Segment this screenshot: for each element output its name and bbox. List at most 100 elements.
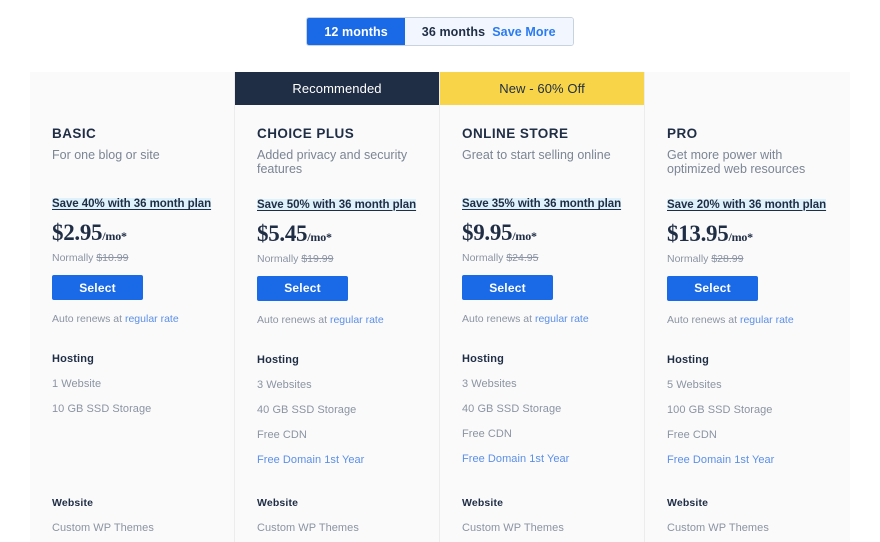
plan-banner bbox=[645, 72, 850, 105]
feature-item: 5 Websites bbox=[667, 379, 828, 391]
plan-body: PRO Get more power with optimized web res… bbox=[645, 105, 850, 542]
website-features: Website Custom WP Themes bbox=[257, 497, 417, 542]
billing-term-option-2[interactable]: 36 months Save More bbox=[405, 18, 573, 45]
feature-item: 1 Website bbox=[52, 378, 212, 390]
billing-term-option-1[interactable]: 12 months bbox=[307, 18, 404, 45]
feature-item-link[interactable]: Free Domain 1st Year bbox=[257, 454, 417, 466]
regular-rate-link[interactable]: regular rate bbox=[535, 313, 589, 325]
hosting-features: Hosting 5 Websites 100 GB SSD Storage Free … bbox=[667, 354, 828, 466]
auto-renew-prefix: Auto renews at bbox=[52, 313, 125, 325]
billing-term-toggle[interactable]: 12 months 36 months Save More bbox=[306, 17, 573, 46]
plan-normal-price-prefix: Normally bbox=[462, 252, 506, 264]
plan-normal-price: Normally $24.95 bbox=[462, 252, 622, 264]
plan-banner: New - 60% Off bbox=[440, 72, 644, 105]
select-button[interactable]: Select bbox=[52, 275, 143, 300]
feature-item: 100 GB SSD Storage bbox=[667, 404, 828, 416]
feature-item: 3 Websites bbox=[257, 379, 417, 391]
plan-name: ONLINE STORE bbox=[462, 126, 622, 141]
plan-column: PRO Get more power with optimized web res… bbox=[645, 72, 850, 542]
pricing-plans-card: BASIC For one blog or site Save 40% with 3… bbox=[30, 72, 850, 542]
plan-price-amount: $9.95 bbox=[462, 220, 512, 245]
plan-price: $9.95/mo* bbox=[462, 220, 622, 246]
plan-description: For one blog or site bbox=[52, 148, 212, 176]
feature-item-link[interactable]: Free Domain 1st Year bbox=[462, 453, 622, 465]
plan-banner: Recommended bbox=[235, 72, 439, 105]
plan-save-link[interactable]: Save 40% with 36 month plan bbox=[52, 198, 211, 210]
feature-item: Custom WP Themes bbox=[257, 522, 417, 534]
website-features-heading: Website bbox=[52, 497, 212, 509]
feature-item: 10 GB SSD Storage bbox=[52, 403, 212, 415]
feature-item: Free CDN bbox=[667, 429, 828, 441]
billing-term-label: 12 months bbox=[324, 25, 387, 39]
plan-price-period: /mo* bbox=[307, 230, 332, 244]
regular-rate-link[interactable]: regular rate bbox=[125, 313, 179, 325]
auto-renew-prefix: Auto renews at bbox=[667, 314, 740, 326]
feature-item: 3 Websites bbox=[462, 378, 622, 390]
plan-normal-price-value: $28.99 bbox=[711, 253, 743, 265]
hosting-features: Hosting 1 Website 10 GB SSD Storage bbox=[52, 353, 212, 415]
plan-price-period: /mo* bbox=[512, 229, 537, 243]
select-button[interactable]: Select bbox=[462, 275, 553, 300]
billing-term-label: 36 months bbox=[422, 25, 485, 39]
website-features: Website Custom WP Themes bbox=[667, 497, 828, 542]
select-button[interactable]: Select bbox=[257, 276, 348, 301]
billing-term-save-more-label[interactable]: Save More bbox=[492, 25, 555, 39]
hosting-features-heading: Hosting bbox=[462, 353, 622, 365]
plan-price-amount: $5.45 bbox=[257, 221, 307, 246]
feature-item: 40 GB SSD Storage bbox=[462, 403, 622, 415]
plan-price-amount: $2.95 bbox=[52, 220, 102, 245]
plan-normal-price: Normally $19.99 bbox=[257, 253, 417, 265]
auto-renew-note: Auto renews at regular rate bbox=[462, 313, 622, 325]
hosting-features-heading: Hosting bbox=[257, 354, 417, 366]
plan-normal-price-value: $24.95 bbox=[506, 252, 538, 264]
plan-column: BASIC For one blog or site Save 40% with 3… bbox=[30, 72, 235, 542]
auto-renew-prefix: Auto renews at bbox=[257, 314, 330, 326]
plan-price: $2.95/mo* bbox=[52, 220, 212, 246]
feature-item: Free CDN bbox=[462, 428, 622, 440]
plan-column: New - 60% Off ONLINE STORE Great to start … bbox=[440, 72, 645, 542]
plan-name: BASIC bbox=[52, 126, 212, 141]
plan-banner bbox=[30, 72, 234, 105]
plan-normal-price: Normally $10.99 bbox=[52, 252, 212, 264]
hosting-features-heading: Hosting bbox=[52, 353, 212, 365]
regular-rate-link[interactable]: regular rate bbox=[330, 314, 384, 326]
website-features-heading: Website bbox=[667, 497, 828, 509]
plan-normal-price-value: $10.99 bbox=[96, 252, 128, 264]
plan-column: Recommended CHOICE PLUS Added privacy and … bbox=[235, 72, 440, 542]
feature-item: Custom WP Themes bbox=[667, 522, 828, 534]
plan-normal-price-prefix: Normally bbox=[257, 253, 301, 265]
plan-description: Added privacy and security features bbox=[257, 148, 417, 177]
website-features: WebsiteCustom WP Themes bbox=[462, 497, 622, 542]
regular-rate-link[interactable]: regular rate bbox=[740, 314, 794, 326]
feature-item: 40 GB SSD Storage bbox=[257, 404, 417, 416]
plan-save-link[interactable]: Save 20% with 36 month plan bbox=[667, 199, 826, 211]
plan-description: Great to start selling online bbox=[462, 148, 622, 176]
plan-name: PRO bbox=[667, 126, 828, 141]
auto-renew-note: Auto renews at regular rate bbox=[257, 314, 417, 326]
plan-body: ONLINE STORE Great to start selling onlin… bbox=[440, 105, 644, 542]
auto-renew-prefix: Auto renews at bbox=[462, 313, 535, 325]
auto-renew-note: Auto renews at regular rate bbox=[667, 314, 828, 326]
hosting-features: Hosting 3 Websites 40 GB SSD Storage Free C… bbox=[257, 354, 417, 466]
auto-renew-note: Auto renews at regular rate bbox=[52, 313, 212, 325]
plan-body: CHOICE PLUS Added privacy and security fe… bbox=[235, 105, 439, 542]
plan-save-link[interactable]: Save 50% with 36 month plan bbox=[257, 199, 416, 211]
plan-save-link[interactable]: Save 35% with 36 month plan bbox=[462, 198, 621, 210]
website-features-heading: Website bbox=[257, 497, 417, 509]
select-button[interactable]: Select bbox=[667, 276, 758, 301]
plan-price-period: /mo* bbox=[728, 230, 753, 244]
plan-price: $13.95/mo* bbox=[667, 221, 828, 247]
plan-body: BASIC For one blog or site Save 40% with 3… bbox=[30, 105, 234, 542]
plan-price-period: /mo* bbox=[102, 229, 127, 243]
feature-item: Free CDN bbox=[257, 429, 417, 441]
billing-term-toggle-wrap: 12 months 36 months Save More bbox=[0, 0, 880, 46]
plan-normal-price-prefix: Normally bbox=[667, 253, 711, 265]
plan-description: Get more power with optimized web resour… bbox=[667, 148, 828, 177]
feature-item: Custom WP Themes bbox=[462, 522, 622, 534]
plan-price-amount: $13.95 bbox=[667, 221, 728, 246]
website-features: WebsiteCustom WP Themes bbox=[52, 497, 212, 542]
plan-name: CHOICE PLUS bbox=[257, 126, 417, 141]
hosting-features-heading: Hosting bbox=[667, 354, 828, 366]
plan-normal-price-value: $19.99 bbox=[301, 253, 333, 265]
feature-item-link[interactable]: Free Domain 1st Year bbox=[667, 454, 828, 466]
